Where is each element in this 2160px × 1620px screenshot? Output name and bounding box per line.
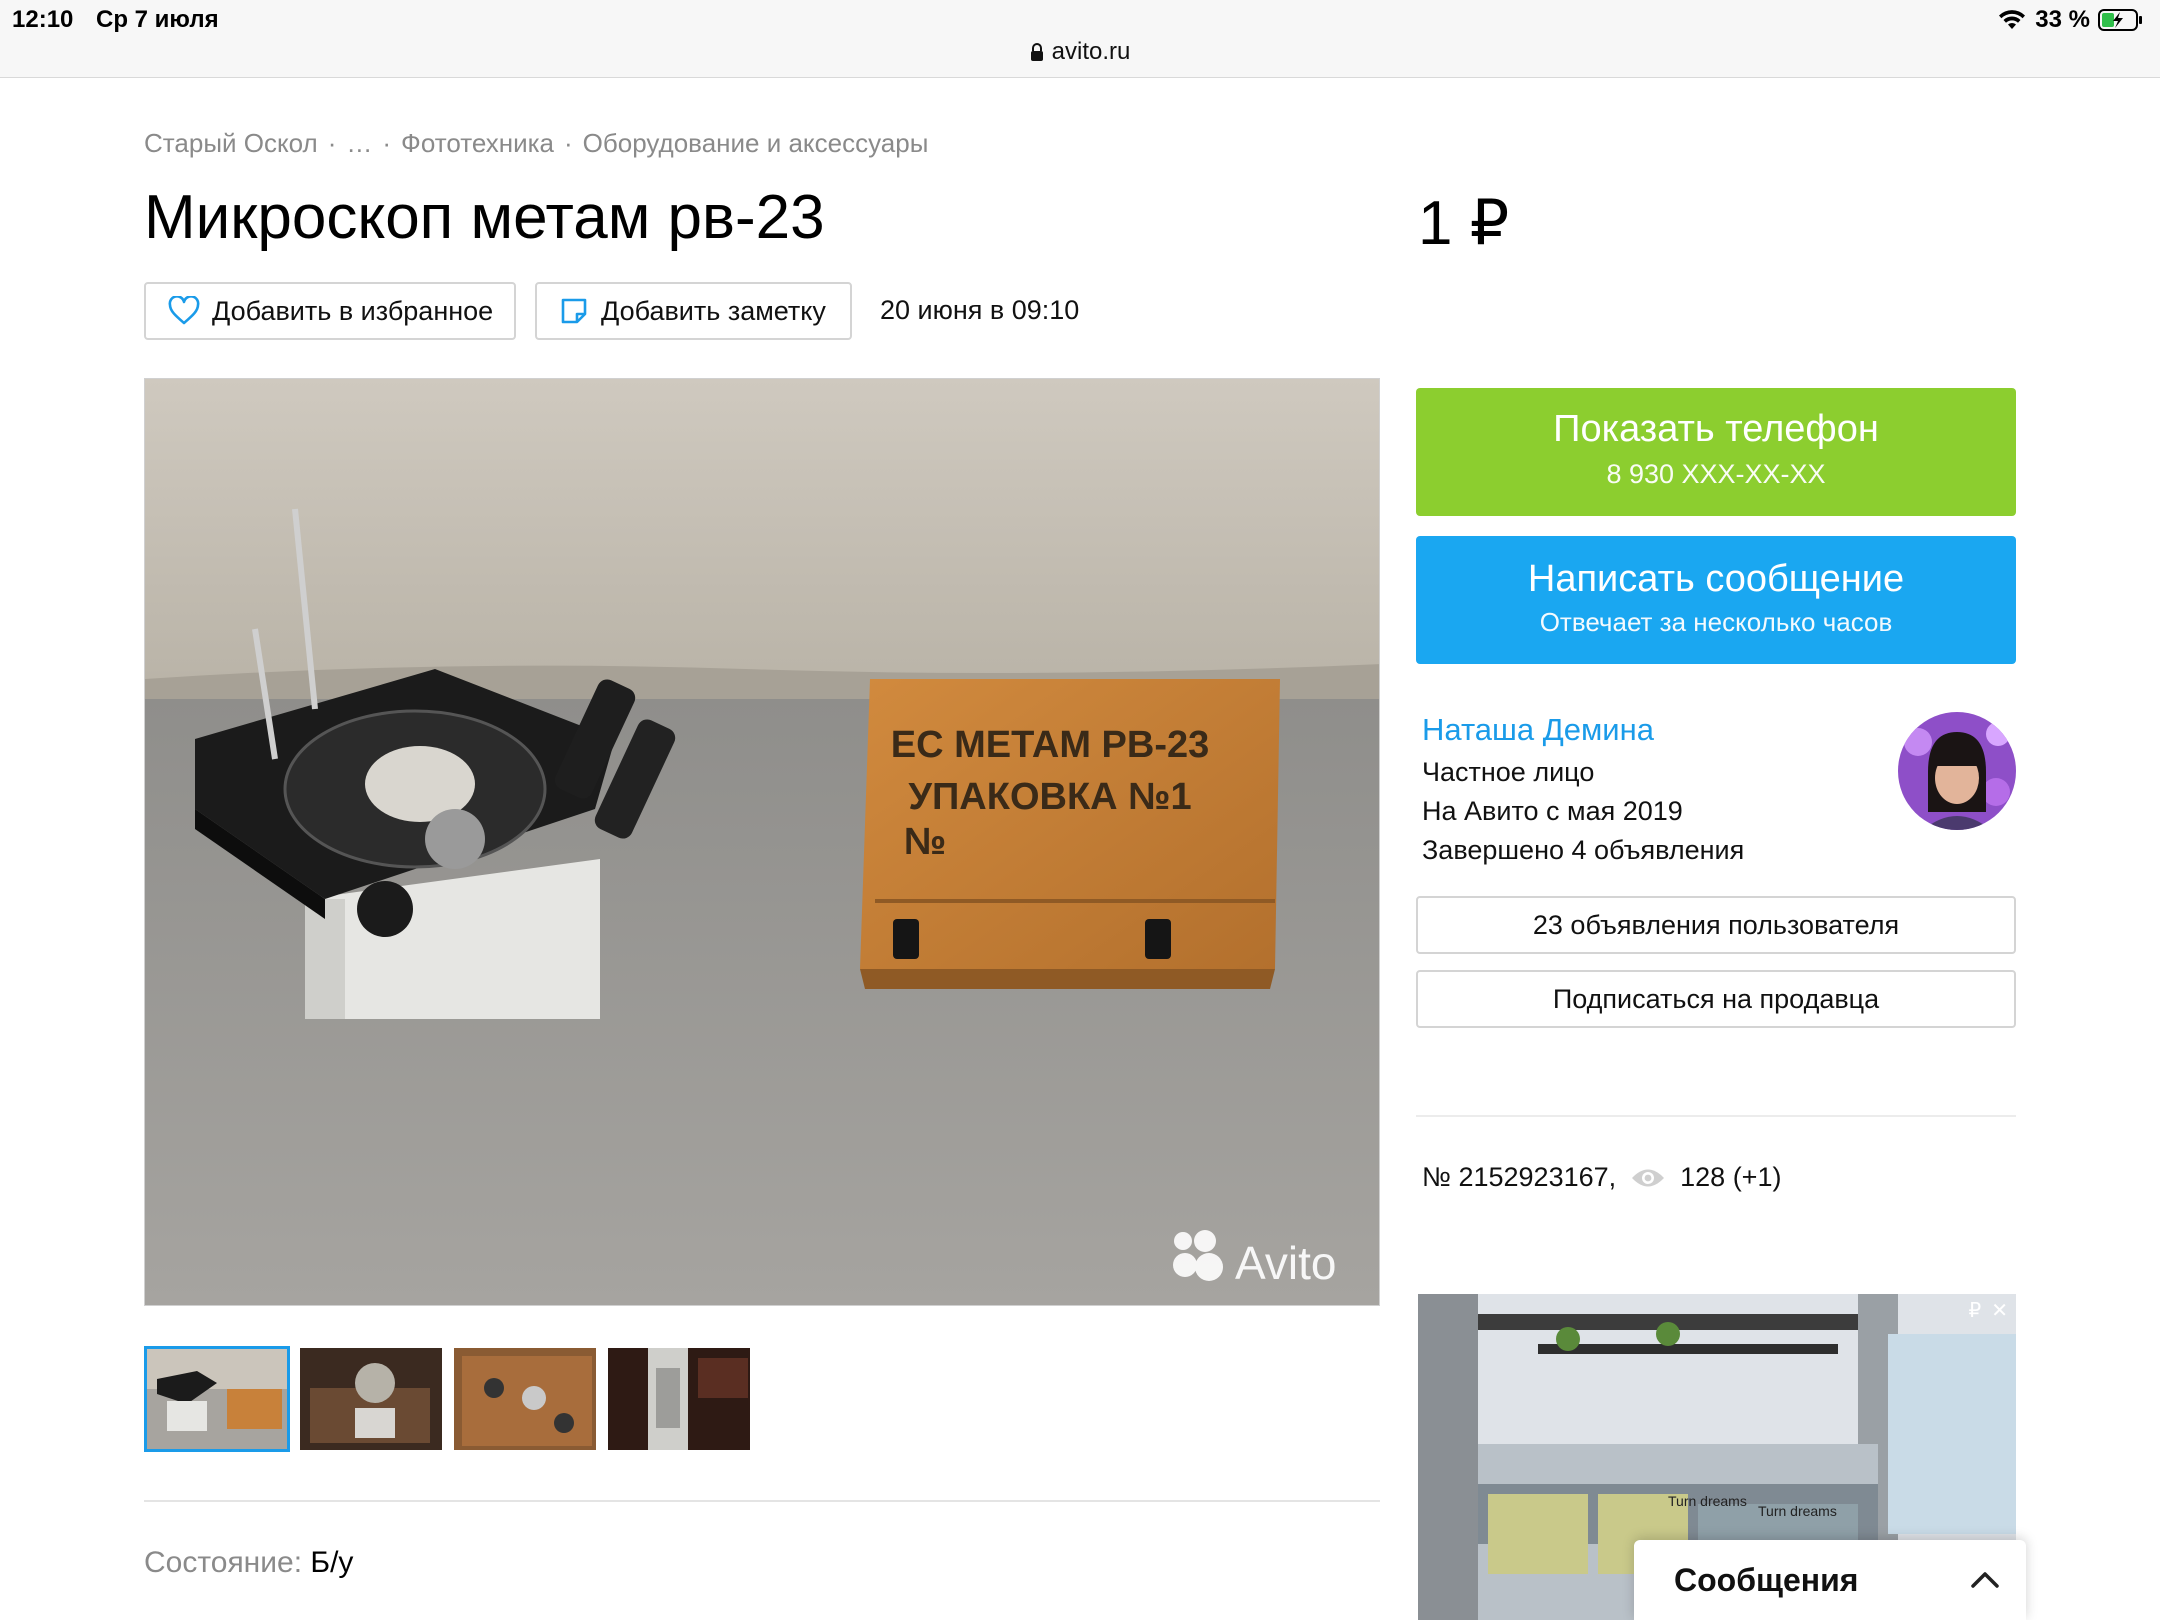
microscope-photo: ЕС МЕТАМ РВ-23 УПАКОВКА №1 № Avito — [145, 379, 1379, 1305]
breadcrumb: Старый Оскол · … · Фототехника · Оборудо… — [144, 128, 928, 159]
breadcrumb-separator: · — [327, 128, 337, 158]
phone-masked: 8 930 XXX-XX-XX — [1606, 459, 1826, 489]
add-favorite-label: Добавить в избранное — [212, 295, 494, 326]
seller-completed: Завершено 4 объявления — [1422, 835, 1745, 865]
chevron-up-icon[interactable] — [1970, 1570, 2000, 1590]
listing-title: Микроскоп метам рв-23 — [144, 183, 825, 252]
eye-icon — [1632, 1169, 1665, 1186]
main-photo[interactable]: ЕС МЕТАМ РВ-23 УПАКОВКА №1 № Avito — [144, 378, 1380, 1306]
seller-ads-button[interactable]: 23 объявления пользователя — [1416, 896, 2016, 954]
add-favorite-button[interactable]: Добавить в избранное — [144, 282, 516, 340]
thumbnail-4[interactable] — [606, 1346, 752, 1452]
status-date: Ср 7 июля — [96, 6, 219, 33]
ad-sign-1: Turn dreams — [1668, 1493, 1747, 1509]
thumbnail-3[interactable] — [452, 1346, 598, 1452]
listing-price: 1 ₽ — [1418, 189, 1510, 258]
wifi-icon — [1999, 10, 2026, 29]
show-phone-button[interactable]: Показать телефон 8 930 XXX-XX-XX — [1416, 388, 2016, 516]
seller-name-link[interactable]: Наташа Демина — [1422, 712, 1654, 748]
box-text-2: УПАКОВКА №1 — [908, 776, 1191, 818]
subscribe-seller-button[interactable]: Подписаться на продавца — [1416, 970, 2016, 1028]
ad-corner-controls: ₽ ✕ — [1969, 1298, 2009, 1323]
box-text-3: № — [904, 821, 946, 863]
avatar[interactable] — [1898, 712, 2016, 830]
seller-since: На Авито с мая 2019 — [1422, 796, 1683, 826]
lock-icon — [1030, 43, 1043, 61]
listing-stats: № 2152923167, 128 (+1) — [1422, 1162, 1781, 1193]
note-icon — [561, 298, 587, 324]
show-phone-label: Показать телефон — [1553, 408, 1879, 450]
breadcrumb-subcategory[interactable]: Оборудование и аксессуары — [583, 128, 929, 159]
breadcrumb-category[interactable]: Фототехника — [401, 128, 554, 159]
add-note-button[interactable]: Добавить заметку — [535, 282, 852, 340]
breadcrumb-separator: · — [382, 128, 392, 158]
ad-ruble-mark: ₽ — [1968, 1300, 1982, 1322]
messages-label: Сообщения — [1674, 1561, 1859, 1598]
condition-value: Б/у — [310, 1546, 354, 1579]
seller-type: Частное лицо — [1422, 757, 1595, 787]
reply-time-note: Отвечает за несколько часов — [1539, 607, 1893, 637]
ad-number: № 2152923167, — [1422, 1162, 1617, 1192]
status-bar: 12:10 Ср 7 июля 33 % avito.ru — [0, 0, 2160, 78]
photo-thumbnails — [144, 1346, 752, 1452]
messages-panel[interactable]: Сообщения — [1634, 1540, 2026, 1620]
box-text-1: ЕС МЕТАМ РВ-23 — [891, 724, 1210, 766]
heart-icon — [168, 296, 200, 325]
breadcrumb-separator: · — [564, 128, 573, 158]
status-time: 12:10 — [12, 6, 74, 33]
listing-date: 20 июня в 09:10 — [880, 295, 1080, 325]
ad-close-icon[interactable]: ✕ — [1991, 1298, 2008, 1323]
breadcrumb-ellipsis[interactable]: … — [346, 128, 372, 159]
avito-watermark-text: Avito — [1235, 1237, 1336, 1289]
url-text: avito.ru — [1051, 38, 1131, 65]
add-note-label: Добавить заметку — [601, 295, 826, 326]
status-right: 33 % — [1997, 6, 2144, 34]
thumbnail-1[interactable] — [144, 1346, 290, 1452]
condition-row: Состояние: Б/у — [144, 1546, 353, 1580]
address-bar[interactable]: avito.ru — [0, 38, 2160, 66]
section-divider — [144, 1500, 1380, 1502]
breadcrumb-city[interactable]: Старый Оскол — [144, 128, 318, 159]
condition-label: Состояние: — [144, 1546, 303, 1579]
write-message-label: Написать сообщение — [1527, 558, 1905, 600]
view-count: 128 (+1) — [1680, 1162, 1782, 1192]
thumbnail-2[interactable] — [298, 1346, 444, 1452]
battery-icon — [2098, 9, 2142, 31]
write-message-button[interactable]: Написать сообщение Отвечает за несколько… — [1416, 536, 2016, 664]
battery-percent: 33 % — [2035, 6, 2090, 33]
ad-sign-2: Turn dreams — [1758, 1503, 1837, 1519]
right-divider — [1416, 1115, 2016, 1117]
